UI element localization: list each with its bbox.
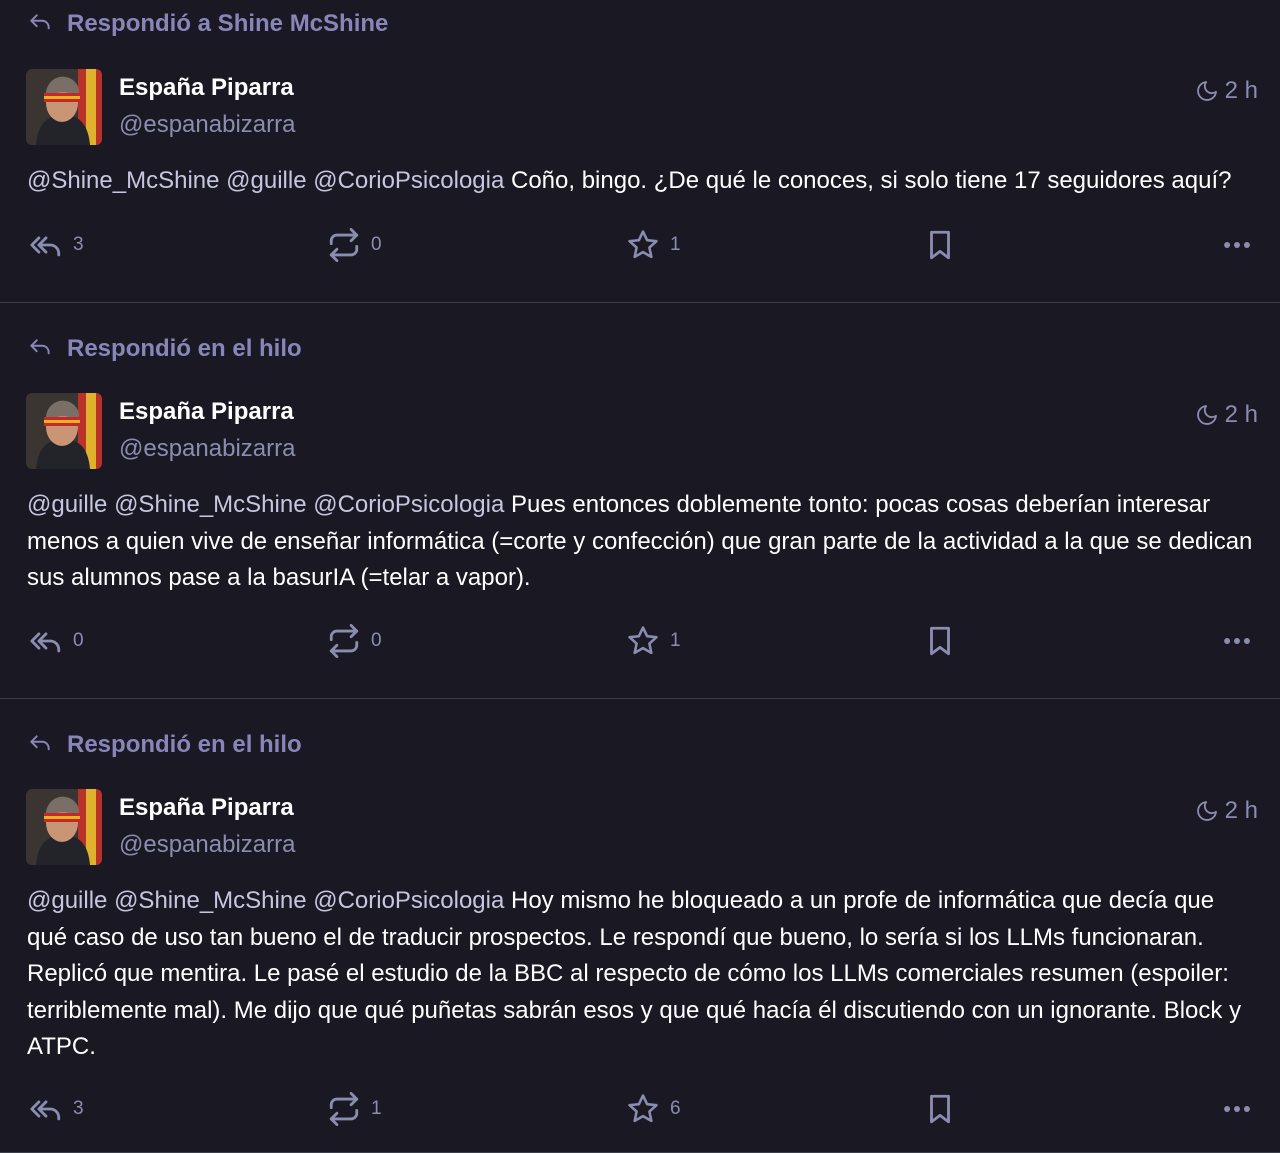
boost-button[interactable]: 0 — [327, 624, 382, 658]
ellipsis-icon — [1224, 1106, 1250, 1112]
reply-arrow-icon — [30, 735, 50, 751]
star-icon — [628, 1094, 658, 1123]
avatar[interactable] — [26, 393, 102, 469]
favourite-count: 1 — [670, 234, 681, 255]
bookmark-button[interactable] — [923, 228, 957, 262]
boost-icon — [329, 1092, 359, 1126]
more-options-button[interactable] — [1220, 1092, 1254, 1126]
boost-icon — [329, 624, 359, 658]
avatar-image — [26, 789, 102, 865]
boost-count: 0 — [371, 234, 382, 255]
reply-arrow-icon — [30, 14, 50, 30]
account-handle[interactable]: @espanabizarra — [119, 435, 295, 463]
reply-count: 0 — [73, 630, 84, 651]
action-bar: 3 1 6 — [0, 1092, 1280, 1132]
reply-all-icon — [30, 1100, 61, 1121]
avatar[interactable] — [26, 69, 102, 145]
reply-context: Respondió a Shine McShine — [27, 10, 388, 38]
boost-count: 0 — [371, 630, 382, 651]
favourite-button[interactable]: 6 — [626, 1092, 681, 1126]
timestamp[interactable]: 2 h — [1195, 797, 1258, 825]
star-icon — [628, 230, 658, 259]
moon-icon — [1196, 405, 1217, 425]
bookmark-icon — [930, 1094, 950, 1124]
time-label: 2 h — [1224, 77, 1258, 104]
reply-context-label: Respondió en el hilo — [67, 731, 302, 758]
avatar-image — [26, 69, 102, 145]
post-text: Coño, bingo. ¿De qué le conoces, si solo… — [504, 167, 1232, 194]
reply-button[interactable]: 0 — [29, 624, 84, 658]
more-options-button[interactable] — [1220, 228, 1254, 262]
reply-all-icon — [30, 632, 61, 653]
action-bar: 3 0 1 — [0, 228, 1280, 268]
bookmark-icon — [930, 230, 950, 260]
action-bar: 0 0 1 — [0, 624, 1280, 664]
reply-count: 3 — [73, 234, 84, 255]
boost-count: 1 — [371, 1098, 382, 1119]
moon-icon — [1196, 801, 1217, 821]
post-content: @guille @Shine_McShine @CorioPsicologia … — [27, 883, 1259, 1066]
display-name[interactable]: España Piparra — [119, 794, 294, 822]
ellipsis-icon — [1224, 638, 1250, 644]
reply-context: Respondió en el hilo — [27, 335, 302, 363]
bookmark-icon — [930, 626, 950, 656]
time-label: 2 h — [1224, 797, 1258, 824]
reply-context-label: Respondió en el hilo — [67, 335, 302, 362]
reply-button[interactable]: 3 — [29, 228, 84, 262]
mention-links[interactable]: @guille @Shine_McShine @CorioPsicologia — [27, 491, 504, 518]
reply-context: Respondió en el hilo — [27, 731, 302, 759]
favourite-count: 6 — [670, 1098, 681, 1119]
reply-count: 3 — [73, 1098, 84, 1119]
reply-all-icon — [30, 236, 61, 257]
post-content: @Shine_McShine @guille @CorioPsicologia … — [27, 163, 1259, 200]
account-handle[interactable]: @espanabizarra — [119, 111, 295, 139]
more-options-button[interactable] — [1220, 624, 1254, 658]
avatar-image — [26, 393, 102, 469]
reply-arrow-icon — [30, 339, 50, 355]
boost-button[interactable]: 0 — [327, 228, 382, 262]
ellipsis-icon — [1224, 242, 1250, 248]
mention-links[interactable]: @Shine_McShine @guille @CorioPsicologia — [27, 167, 504, 194]
bookmark-button[interactable] — [923, 1092, 957, 1126]
status-post[interactable]: Respondió en el hilo España Piparra @esp… — [0, 303, 1280, 699]
timestamp[interactable]: 2 h — [1195, 77, 1258, 105]
favourite-count: 1 — [670, 630, 681, 651]
time-label: 2 h — [1224, 401, 1258, 428]
boost-icon — [329, 228, 359, 262]
boost-button[interactable]: 1 — [327, 1092, 382, 1126]
favourite-button[interactable]: 1 — [626, 624, 681, 658]
post-content: @guille @Shine_McShine @CorioPsicologia … — [27, 487, 1259, 597]
display-name[interactable]: España Piparra — [119, 74, 294, 102]
status-post[interactable]: Respondió en el hilo España Piparra @esp… — [0, 699, 1280, 1153]
timestamp[interactable]: 2 h — [1195, 401, 1258, 429]
moon-icon — [1196, 81, 1217, 101]
account-handle[interactable]: @espanabizarra — [119, 831, 295, 859]
bookmark-button[interactable] — [923, 624, 957, 658]
display-name[interactable]: España Piparra — [119, 398, 294, 426]
mention-links[interactable]: @guille @Shine_McShine @CorioPsicologia — [27, 887, 504, 914]
reply-context-label: Respondió a Shine McShine — [67, 10, 389, 37]
favourite-button[interactable]: 1 — [626, 228, 681, 262]
reply-button[interactable]: 3 — [29, 1092, 84, 1126]
status-post[interactable]: Respondió a Shine McShine España Piparra… — [0, 0, 1280, 303]
avatar[interactable] — [26, 789, 102, 865]
star-icon — [628, 626, 658, 655]
